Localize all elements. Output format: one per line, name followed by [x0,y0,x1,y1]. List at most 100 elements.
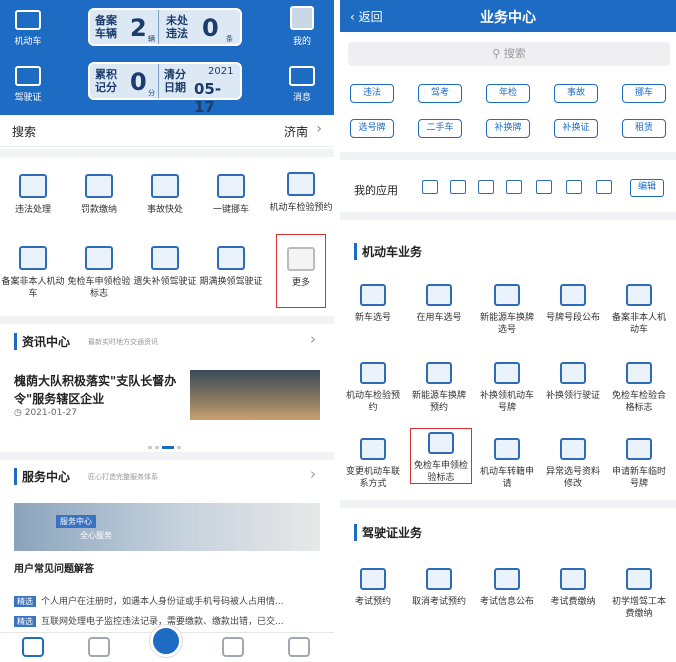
vehicle-item[interactable]: 号牌号段公布 [542,284,604,324]
clear-date-year: 2021 [208,66,234,77]
license-section-title: 驾驶证业务 [354,524,422,541]
service-banner-text: 全心服务 [80,531,112,540]
search-input[interactable]: ⚲ 搜索 [348,42,670,66]
search-bar[interactable]: 搜索 济南 › [0,115,334,147]
license-item-label: 取消考试预约 [411,597,466,607]
news-headline[interactable]: 槐荫大队积极落实"支队长督办令"服务辖区企业 [14,372,184,408]
license-item[interactable]: 考试信息公布 [476,568,538,608]
mine-entry[interactable]: 我的 [280,6,324,47]
city-selector[interactable]: 济南 [284,123,308,140]
record-app-icon[interactable] [566,180,582,194]
monitor-icon[interactable] [88,637,110,657]
vehicle-item[interactable]: 备案非本人机动车 [608,284,670,336]
vehicle-item[interactable]: 变更机动车联系方式 [342,438,404,490]
vehicle-item[interactable]: 新车选号 [342,284,404,324]
vehicle-item[interactable]: 新能源车换牌预约 [408,362,470,414]
faq-item[interactable]: 精选 个人用户在注册时，如遇本人身份证或手机号码被人占用情... [14,594,322,607]
inspection-icon [287,172,315,196]
license-entry[interactable]: 驾驶证 [6,66,50,103]
home-icon[interactable] [22,637,44,657]
vehicle-item-label: 新能源车换牌预约 [411,391,466,413]
chevron-right-icon[interactable]: › [310,330,316,348]
lost-license-button[interactable]: 遗失补领驾驶证 [132,246,198,288]
pill-driving-test[interactable]: 驾考 [418,84,462,103]
vehicle-item[interactable]: 新能源车换牌选号 [476,284,538,336]
message-entry[interactable]: 消息 [280,66,324,103]
accident-app-icon[interactable] [478,180,494,194]
vehicle-item[interactable]: 机动车检验预约 [342,362,404,414]
vehicle-item-label: 免检车申领检验标志 [413,461,468,483]
pill-replace-plate[interactable]: 补换牌 [486,119,530,138]
points-card[interactable]: 累积记分 0 分 清分日期 2021 05-17 [88,62,242,116]
pill-violation[interactable]: 违法 [350,84,394,103]
grid-label: 机动车检验预约 [269,203,333,213]
car-app-icon[interactable] [422,180,438,194]
new-car-icon [360,284,386,306]
vehicle-item-label: 新车选号 [354,313,391,323]
pill-annual-inspection[interactable]: 年检 [486,84,530,103]
vehicle-item[interactable]: 在用车选号 [408,284,470,324]
license-item[interactable]: 考试费缴纳 [542,568,604,608]
move-car-icon [217,174,245,198]
vehicle-item[interactable]: 补换领行驶证 [542,362,604,402]
pill-accident[interactable]: 事故 [554,84,598,103]
vehicle-item[interactable]: 申请新车临时号牌 [608,438,670,490]
vehicle-item-highlighted[interactable]: 免检车申领检验标志 [410,428,472,484]
vehicle-item[interactable]: 异常选号资料修改 [542,438,604,490]
inspection-app-icon[interactable] [536,180,552,194]
vehicle-item-label: 机动车转籍申请 [479,467,534,489]
grid-label: 事故快处 [146,205,183,215]
news-section-title: 资讯中心 [14,333,70,350]
vehicle-entry[interactable]: 机动车 [6,10,50,47]
pill-rental[interactable]: 租赁 [622,119,666,138]
exempt-sticker-button[interactable]: 免检车申领检验标志 [66,246,132,300]
vehicle-stats-card[interactable]: 备案车辆 2 辆 未处违法 0 条 [88,8,242,46]
move-car-button[interactable]: 一键挪车 [198,174,264,216]
document-edit-icon [560,438,586,460]
license-item[interactable]: 取消考试预约 [408,568,470,608]
user-icon[interactable] [222,637,244,657]
vehicle-item-label: 号牌号段公布 [545,313,600,323]
card-divider [158,10,159,44]
vehicle-inspection-button[interactable]: 机动车检验预约 [268,172,334,214]
plate-icon [560,284,586,306]
more-button[interactable]: 更多 [276,234,326,308]
grid-label: 期满换领驾驶证 [199,277,263,287]
license-item[interactable]: 初学增驾工本费缴纳 [608,568,670,620]
sticker-app-icon[interactable] [596,180,612,194]
edit-button[interactable]: 编辑 [630,179,664,197]
chevron-right-icon[interactable]: › [310,465,316,483]
card-divider [158,64,159,98]
move-car-app-icon[interactable] [506,180,522,194]
section-separator [0,452,334,460]
record-icon [19,246,47,270]
points-value: 0 [130,68,147,96]
pill-used-car[interactable]: 二手车 [418,119,462,138]
section-separator [0,316,334,324]
vehicle-item[interactable]: 机动车转籍申请 [476,438,538,490]
unhandled-violations-label: 未处违法 [166,14,188,40]
record-vehicle-button[interactable]: 备案非本人机动车 [0,246,66,300]
fine-payment-button[interactable]: 罚款缴纳 [66,174,132,216]
pill-replace-license[interactable]: 补换证 [554,119,598,138]
grid-label: 更多 [291,278,310,288]
points-label: 累积记分 [95,68,117,94]
vehicle-item[interactable]: 补换领机动车号牌 [476,362,538,414]
pill-move-car[interactable]: 挪车 [622,84,666,103]
scan-icon[interactable] [150,625,182,657]
pill-select-plate[interactable]: 选号牌 [350,119,394,138]
violation-handling-button[interactable]: 违法处理 [0,174,66,216]
service-section-title: 服务中心 [14,468,70,485]
home-header: 机动车 驾驶证 我的 消息 备案车辆 2 辆 未处违法 0 条 累积记分 0 分 [0,0,334,116]
vehicle-item-label: 补换领机动车号牌 [479,391,534,413]
vehicle-item-label: 免检车检验合格标志 [611,391,666,413]
car-violation-icon [19,174,47,198]
temp-plate-icon [626,438,652,460]
license-item[interactable]: 考试预约 [342,568,404,608]
expired-license-button[interactable]: 期满换领驾驶证 [198,246,264,288]
accident-quick-button[interactable]: 事故快处 [132,174,198,216]
news-image[interactable] [190,370,320,420]
heart-icon[interactable] [288,637,310,657]
vehicle-item[interactable]: 免检车检验合格标志 [608,362,670,414]
bill-app-icon[interactable] [450,180,466,194]
